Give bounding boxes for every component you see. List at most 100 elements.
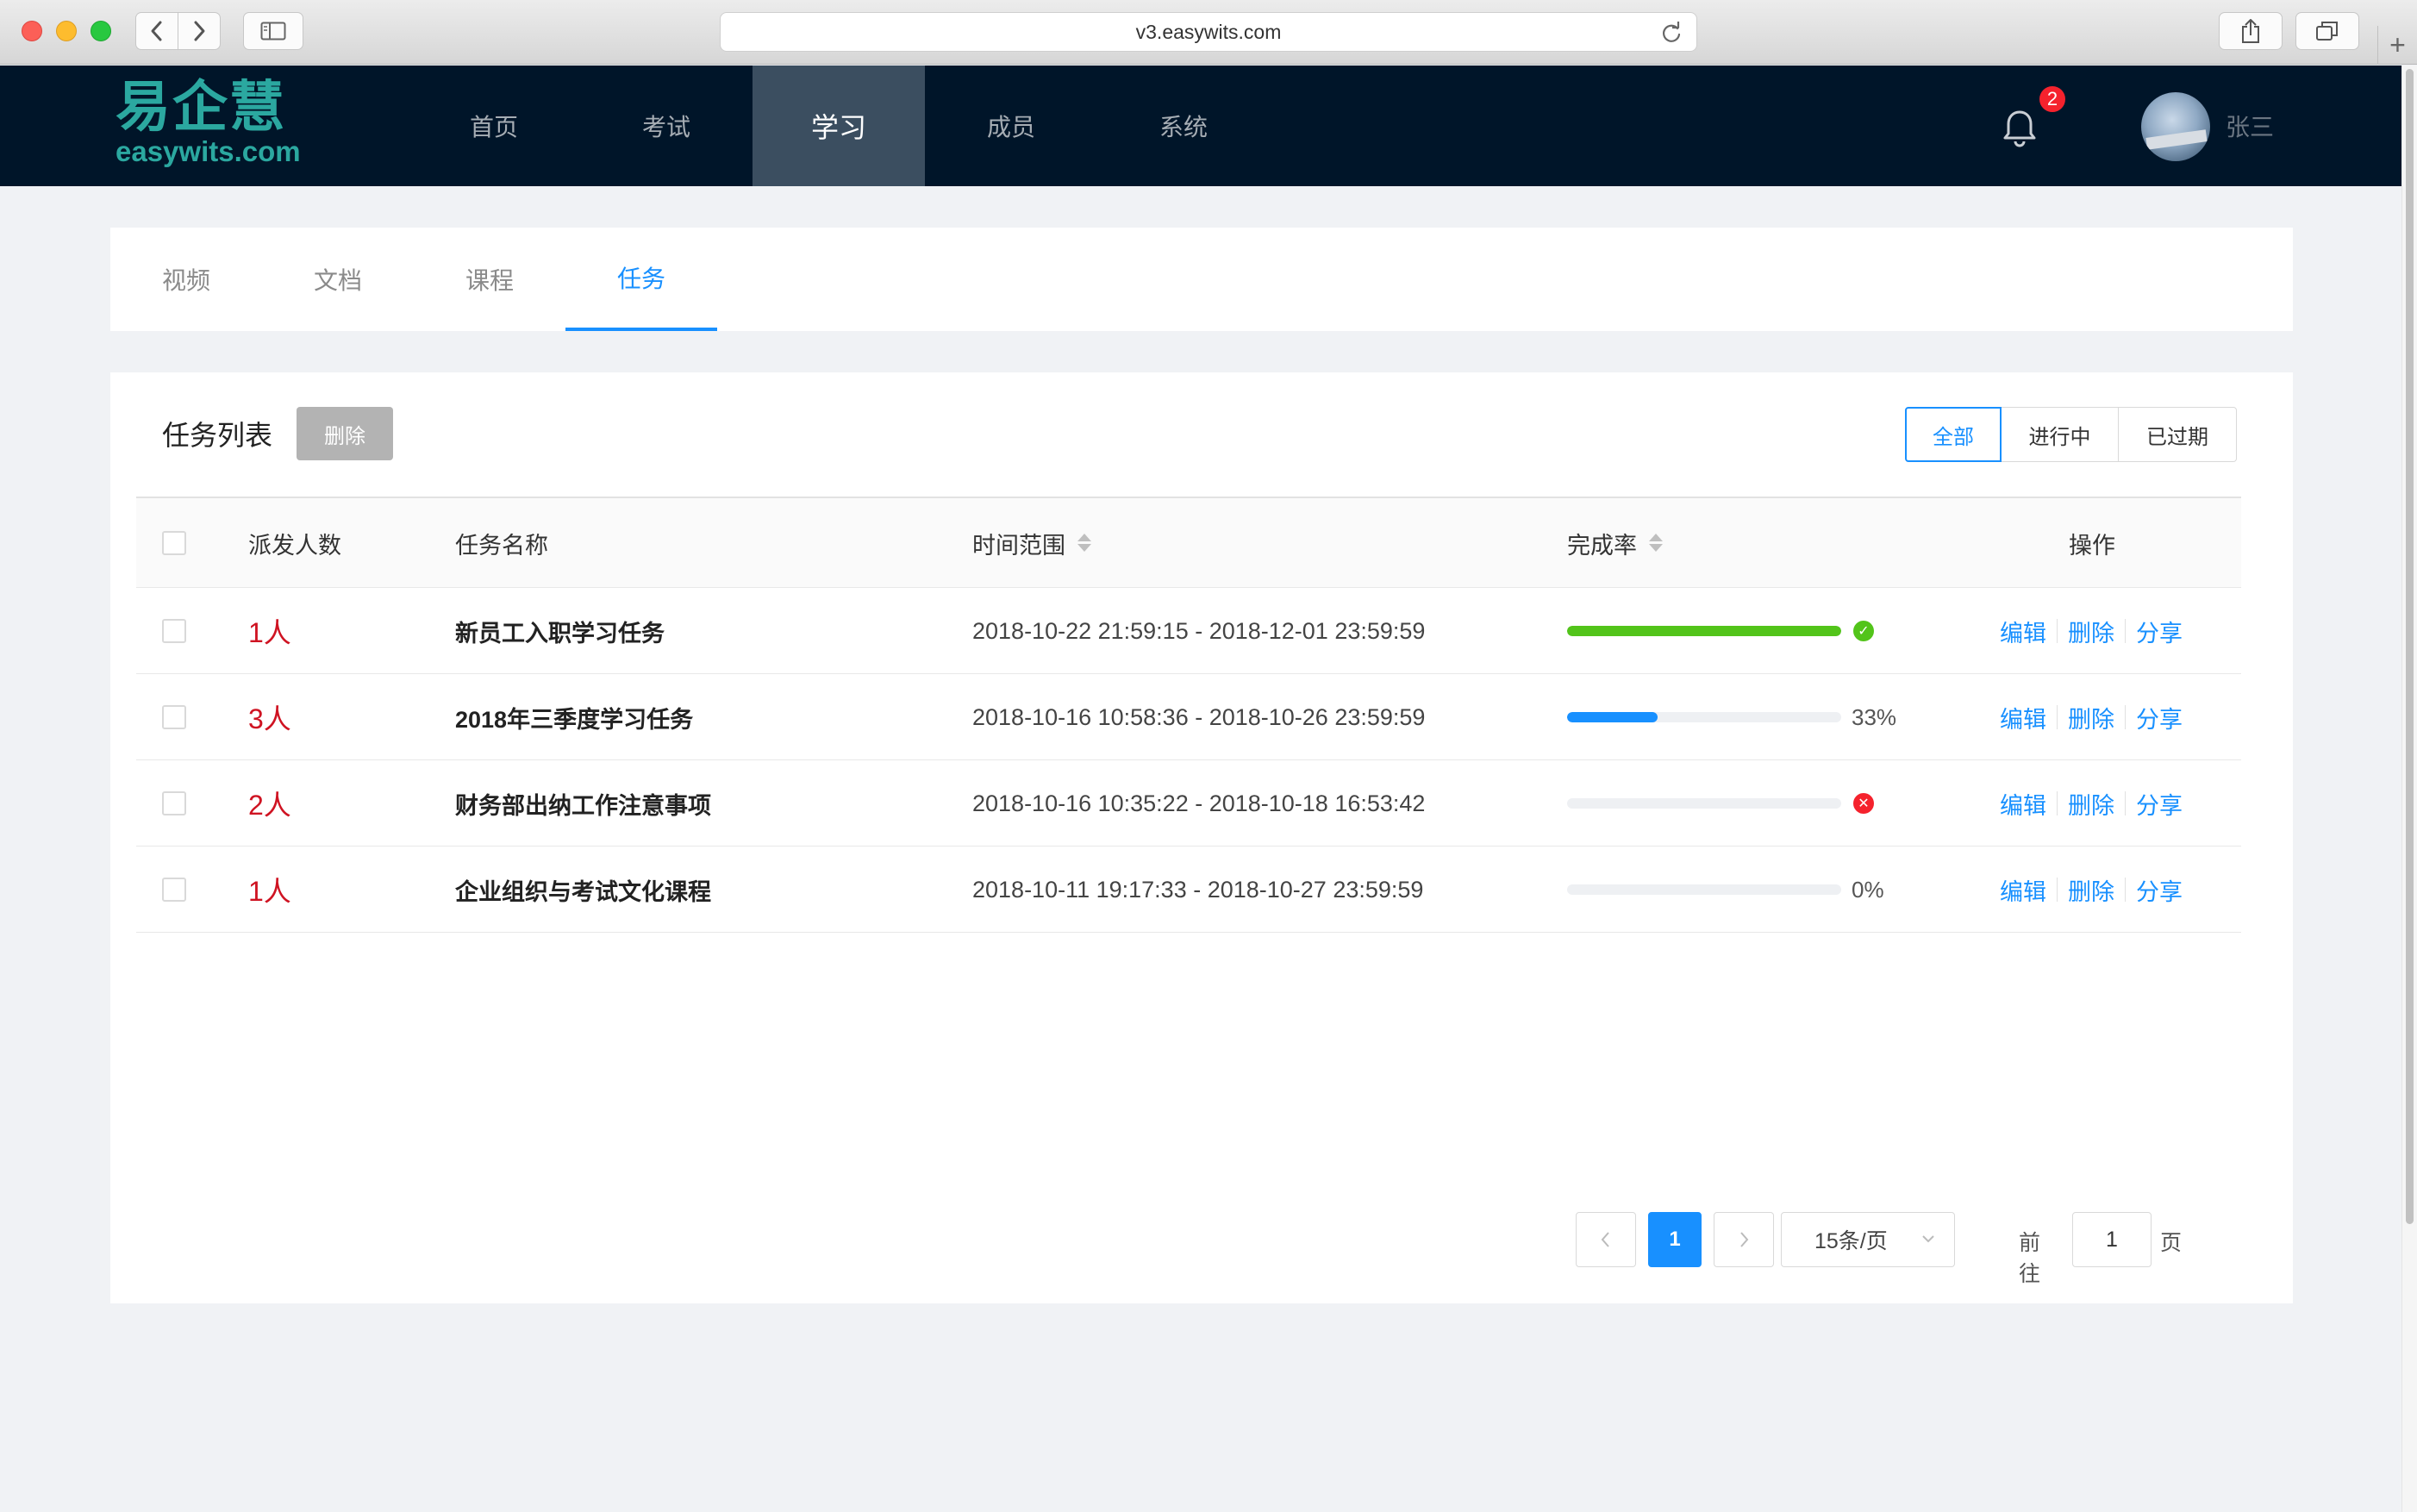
main-nav: 首页 考试 学习 成员 系统 [408, 66, 1270, 186]
page-size-select[interactable]: 15条/页 [1781, 1212, 1955, 1267]
sidebar-icon [260, 22, 286, 41]
page-size-value: 15条/页 [1814, 1229, 1888, 1253]
delete-link[interactable]: 删除 [2068, 615, 2114, 648]
row-checkbox[interactable] [162, 791, 186, 815]
new-tab-button[interactable]: + [2377, 26, 2417, 65]
page-scrollbar[interactable] [2401, 66, 2417, 1512]
completion-rate: ✓ [1567, 588, 1874, 674]
col-rate[interactable]: 完成率 [1567, 498, 1663, 588]
table-row[interactable]: 3人 2018年三季度学习任务 2018-10-16 10:58:36 - 2018… [136, 674, 2241, 760]
minimize-window-button[interactable] [56, 21, 77, 41]
app-header: 易企慧 easywits.com 首页 考试 学习 成员 系统 [0, 66, 2417, 186]
reload-icon[interactable] [1660, 22, 1683, 44]
filter-expired[interactable]: 已过期 [2118, 407, 2237, 462]
show-tabs-button[interactable] [2295, 12, 2359, 50]
close-circle-icon: ✕ [1853, 793, 1874, 814]
bulk-delete-button[interactable]: 删除 [297, 407, 393, 460]
col-time-label: 时间范围 [972, 532, 1065, 559]
task-name: 企业组织与考试文化课程 [455, 878, 711, 905]
edit-link[interactable]: 编辑 [2000, 873, 2046, 907]
plus-icon: + [2389, 29, 2406, 60]
task-name: 新员工入职学习任务 [455, 620, 665, 647]
delete-link[interactable]: 删除 [2068, 701, 2114, 734]
task-list-card: 任务列表 删除 全部 进行中 已过期 派发人数 任务名称 时间范围 完成率 操作… [110, 372, 2293, 1303]
tab-video[interactable]: 视频 [110, 228, 262, 331]
goto-label: 前往 [2019, 1231, 2041, 1286]
logo[interactable]: 易企慧 easywits.com [116, 78, 322, 174]
row-actions: 编辑 删除 分享 [2000, 674, 2183, 760]
table-body: 1人 新员工入职学习任务 2018-10-22 21:59:15 - 2018-12… [136, 588, 2241, 933]
tab-task[interactable]: 任务 [565, 228, 717, 331]
task-name: 财务部出纳工作注意事项 [455, 792, 711, 819]
task-name: 2018年三季度学习任务 [455, 706, 694, 733]
progress-track [1567, 884, 1841, 895]
check-circle-icon: ✓ [1853, 621, 1874, 641]
nav-home[interactable]: 首页 [408, 66, 580, 186]
sidebar-toggle-button[interactable] [243, 12, 303, 50]
card-title: 任务列表 [162, 420, 273, 451]
sort-icon[interactable] [1077, 533, 1091, 553]
delete-link[interactable]: 删除 [2068, 873, 2114, 907]
share-button[interactable] [2219, 12, 2283, 50]
edit-link[interactable]: 编辑 [2000, 615, 2046, 648]
close-window-button[interactable] [22, 21, 42, 41]
col-time[interactable]: 时间范围 [972, 498, 1091, 588]
share-link[interactable]: 分享 [2136, 615, 2183, 648]
divider [2125, 878, 2126, 902]
address-bar[interactable]: v3.easywits.com [720, 12, 1697, 52]
table-row[interactable]: 2人 财务部出纳工作注意事项 2018-10-16 10:35:22 - 2018-… [136, 760, 2241, 847]
chevron-right-icon [1740, 1232, 1749, 1247]
sort-icon[interactable] [1649, 533, 1663, 553]
filter-ongoing[interactable]: 进行中 [2001, 407, 2119, 462]
row-checkbox[interactable] [162, 878, 186, 902]
share-link[interactable]: 分享 [2136, 873, 2183, 907]
row-select-cell [162, 588, 186, 674]
col-count: 派发人数 [248, 532, 341, 559]
completion-rate: ✕ [1567, 760, 1874, 847]
tab-course[interactable]: 课程 [414, 228, 565, 331]
scrollbar-thumb[interactable] [2406, 69, 2414, 1224]
col-ops: 操作 [2069, 532, 2115, 559]
progress-track [1567, 626, 1841, 636]
row-checkbox[interactable] [162, 705, 186, 729]
prev-page-button[interactable] [1576, 1212, 1636, 1267]
chevron-left-icon [151, 21, 162, 41]
edit-link[interactable]: 编辑 [2000, 787, 2046, 821]
avatar[interactable] [2141, 92, 2210, 161]
select-all-checkbox[interactable] [162, 531, 186, 555]
share-link[interactable]: 分享 [2136, 787, 2183, 821]
nav-exam[interactable]: 考试 [580, 66, 753, 186]
divider [2057, 878, 2058, 902]
next-page-button[interactable] [1714, 1212, 1774, 1267]
task-table: 派发人数 任务名称 时间范围 完成率 操作 1人 新员工入职学习任务 2018-10… [136, 497, 2241, 933]
progress-track [1567, 798, 1841, 809]
nav-members[interactable]: 成员 [925, 66, 1097, 186]
assignee-count: 2人 [248, 790, 291, 821]
table-row[interactable]: 1人 企业组织与考试文化课程 2018-10-11 19:17:33 - 2018-… [136, 847, 2241, 933]
bell-icon[interactable] [1998, 107, 2041, 150]
back-button[interactable] [135, 12, 178, 50]
tab-document[interactable]: 文档 [262, 228, 414, 331]
zoom-window-button[interactable] [91, 21, 111, 41]
tabs-icon [2316, 22, 2338, 41]
edit-link[interactable]: 编辑 [2000, 701, 2046, 734]
assignee-count: 1人 [248, 876, 291, 907]
chevron-right-icon [194, 21, 205, 41]
delete-link[interactable]: 删除 [2068, 787, 2114, 821]
nav-system[interactable]: 系统 [1097, 66, 1270, 186]
share-link[interactable]: 分享 [2136, 701, 2183, 734]
row-select-cell [162, 847, 186, 933]
row-actions: 编辑 删除 分享 [2000, 847, 2183, 933]
user-name[interactable]: 张三 [2226, 109, 2274, 143]
progress-fill [1567, 712, 1658, 722]
filter-all[interactable]: 全部 [1905, 407, 2002, 462]
table-header: 派发人数 任务名称 时间范围 完成率 操作 [136, 497, 2241, 588]
table-row[interactable]: 1人 新员工入职学习任务 2018-10-22 21:59:15 - 2018-12… [136, 588, 2241, 674]
row-checkbox[interactable] [162, 619, 186, 643]
goto-page-input[interactable]: 1 [2072, 1212, 2152, 1267]
divider [2125, 791, 2126, 815]
nav-learning[interactable]: 学习 [753, 66, 925, 186]
row-select-cell [162, 674, 186, 760]
page-number[interactable]: 1 [1648, 1212, 1702, 1267]
forward-button[interactable] [178, 12, 221, 50]
